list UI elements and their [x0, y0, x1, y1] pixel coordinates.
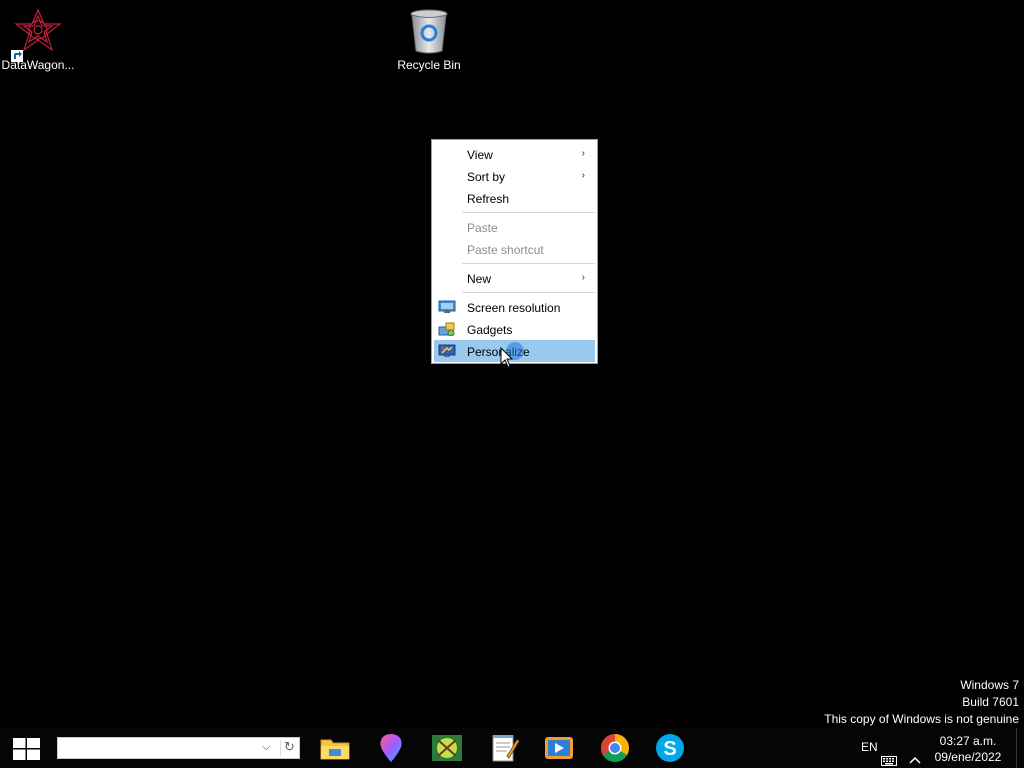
datawagon-icon — [14, 8, 62, 52]
desktop-icon-datawagon[interactable]: DataWagon... — [0, 8, 78, 72]
desktop-icon-label: Recycle Bin — [397, 58, 461, 72]
menu-item-sort-by[interactable]: Sort by › — [434, 165, 595, 187]
menu-item-label: Refresh — [467, 192, 510, 206]
menu-item-paste: Paste — [434, 216, 595, 238]
gadgets-icon — [438, 322, 455, 336]
menu-item-label: Paste — [467, 221, 498, 235]
keyboard-icon[interactable] — [881, 741, 897, 768]
windows-start-icon[interactable] — [13, 738, 40, 760]
skype-icon[interactable]: S — [653, 732, 687, 764]
submenu-arrow-icon: › — [581, 148, 585, 159]
menu-separator — [462, 292, 595, 293]
menu-item-view[interactable]: View › — [434, 143, 595, 165]
show-desktop-button[interactable] — [1016, 728, 1024, 768]
submenu-arrow-icon: › — [581, 272, 585, 283]
menu-item-gadgets[interactable]: Gadgets — [434, 318, 595, 340]
taskbar-clock[interactable]: 03:27 a.m. 09/ene/2022 — [930, 733, 1006, 765]
clock-date: 09/ene/2022 — [934, 750, 1002, 764]
screen-resolution-icon — [438, 300, 456, 313]
chevron-down-icon[interactable]: ⌵ — [262, 741, 270, 754]
media-player-icon[interactable] — [542, 732, 576, 764]
menu-separator — [462, 212, 595, 213]
language-indicator[interactable]: EN — [861, 740, 878, 768]
search-input[interactable] — [60, 740, 259, 758]
menu-item-label: Screen resolution — [467, 301, 561, 315]
mouse-pointer-icon — [500, 347, 514, 368]
watermark-line: Windows 7 — [960, 678, 1019, 692]
menu-item-label: View — [467, 148, 493, 162]
shortcut-arrow-icon — [11, 50, 23, 62]
menu-item-label: Paste shortcut — [467, 243, 544, 257]
submenu-arrow-icon: › — [581, 170, 585, 181]
file-explorer-icon[interactable] — [318, 732, 352, 764]
menu-item-refresh[interactable]: Refresh — [434, 187, 595, 209]
menu-item-label: Gadgets — [467, 323, 513, 337]
personalize-icon — [438, 344, 456, 357]
recycle-bin-icon — [410, 9, 448, 54]
taskbar: ⌵ ↻ S EN 03:27 a.m. 09/ene/2022 — [0, 728, 1024, 768]
menu-item-label: New — [467, 272, 492, 286]
chevron-up-icon[interactable] — [908, 740, 922, 768]
watermark-line: This copy of Windows is not genuine — [824, 712, 1019, 726]
refresh-icon[interactable]: ↻ — [284, 739, 295, 755]
search-divider — [280, 740, 281, 756]
desktop[interactable]: DataWagon... Recycle Bin View › Sort by … — [0, 0, 1024, 768]
taskbar-search-box[interactable]: ⌵ ↻ — [57, 737, 300, 759]
menu-separator — [462, 263, 595, 264]
maps-icon[interactable] — [374, 732, 408, 764]
watermark-line: Build 7601 — [962, 695, 1019, 709]
menu-item-label: Sort by — [467, 170, 506, 184]
chrome-icon[interactable] — [598, 732, 632, 764]
notepad-icon[interactable] — [487, 732, 521, 764]
desktop-context-menu: View › Sort by › Refresh Paste Paste sho… — [431, 139, 598, 364]
photos-icon[interactable] — [430, 732, 464, 764]
menu-item-screen-resolution[interactable]: Screen resolution — [434, 296, 595, 318]
clock-time: 03:27 a.m. — [939, 734, 997, 748]
desktop-icon-recycle-bin[interactable]: Recycle Bin — [389, 8, 469, 72]
menu-item-paste-shortcut: Paste shortcut — [434, 238, 595, 260]
svg-text:S: S — [663, 738, 676, 760]
menu-item-new[interactable]: New › — [434, 267, 595, 289]
windows-watermark: Windows 7 Build 7601 This copy of Window… — [824, 677, 1019, 728]
